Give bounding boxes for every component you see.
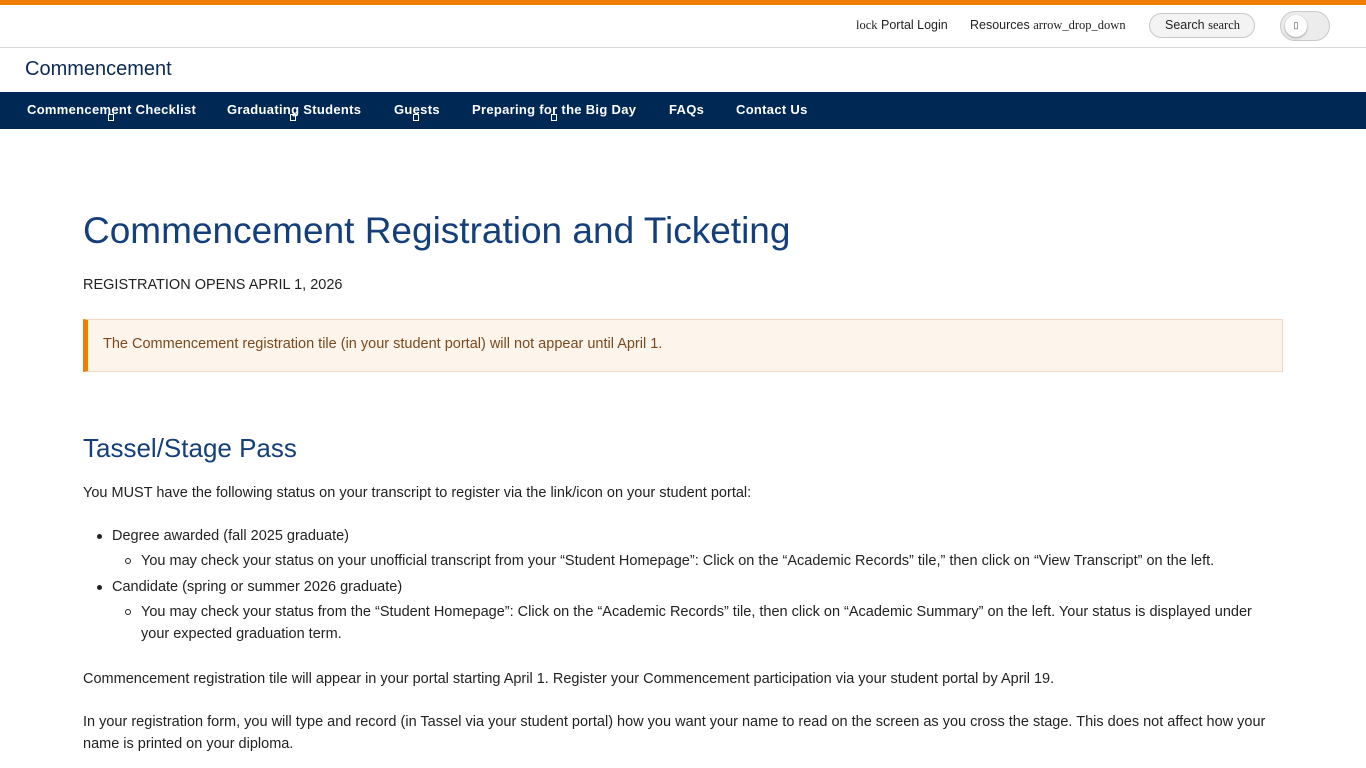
sub-list-item: You may check your status from the “Stud…	[141, 604, 1252, 642]
nav-item-label: FAQs	[669, 102, 705, 117]
alert-text: The Commencement registration tile (in y…	[103, 336, 663, 352]
sub-list-item: You may check your status on your unoffi…	[141, 553, 1215, 569]
nav-item-commencement-checklist[interactable]: Commencement Checklist	[27, 102, 196, 121]
utility-bar: lock Portal Login Resources arrow_drop_d…	[0, 5, 1366, 48]
resources-dropdown[interactable]: Resources arrow_drop_down	[970, 18, 1126, 33]
section-heading-tassel: Tassel/Stage Pass	[83, 433, 297, 463]
registration-opens-text: REGISTRATION OPENS APRIL 1, 2026	[83, 277, 343, 293]
bullet-icon	[97, 585, 102, 590]
theme-toggle[interactable]: ▯	[1280, 11, 1330, 41]
sub-bullet-icon	[125, 609, 131, 615]
submenu-toggle-icon[interactable]	[108, 114, 114, 121]
registration-tile-paragraph: Commencement registration tile will appe…	[83, 671, 1055, 687]
search-icon: search	[1208, 18, 1241, 32]
search-button[interactable]: Search search	[1149, 13, 1255, 38]
nav-item-faqs[interactable]: FAQs	[669, 102, 704, 117]
main-nav: Commencement Checklist Graduating Studen…	[0, 92, 1366, 129]
arrow-drop-down-icon: arrow_drop_down	[1033, 18, 1126, 32]
site-title[interactable]: Commencement	[25, 58, 172, 81]
toggle-knob-icon: ▯	[1285, 15, 1307, 37]
lock-icon: lock	[856, 18, 878, 32]
search-label: Search	[1165, 18, 1205, 32]
notice-alert: The Commencement registration tile (in y…	[83, 319, 1283, 372]
portal-login-label: Portal Login	[881, 18, 948, 32]
nav-item-label: Contact Us	[736, 102, 808, 117]
list-item: Candidate (spring or summer 2026 graduat…	[112, 579, 403, 595]
sub-bullet-icon	[125, 558, 131, 564]
name-display-paragraph: In your registration form, you will type…	[83, 714, 1266, 752]
nav-item-graduating-students[interactable]: Graduating Students	[227, 102, 361, 121]
nav-item-guests[interactable]: Guests	[394, 102, 440, 121]
submenu-toggle-icon[interactable]	[413, 114, 419, 121]
list-item: Degree awarded (fall 2025 graduate)	[112, 528, 349, 544]
resources-label: Resources	[970, 18, 1030, 32]
intro-paragraph: You MUST have the following status on yo…	[83, 485, 752, 501]
nav-item-preparing-for-the-big-day[interactable]: Preparing for the Big Day	[472, 102, 636, 121]
submenu-toggle-icon[interactable]	[290, 114, 296, 121]
page-title: Commencement Registration and Ticketing	[83, 210, 791, 251]
portal-login-link[interactable]: lock Portal Login	[856, 18, 948, 33]
submenu-toggle-icon[interactable]	[551, 114, 557, 121]
nav-item-contact-us[interactable]: Contact Us	[736, 102, 808, 117]
bullet-icon	[97, 534, 102, 539]
